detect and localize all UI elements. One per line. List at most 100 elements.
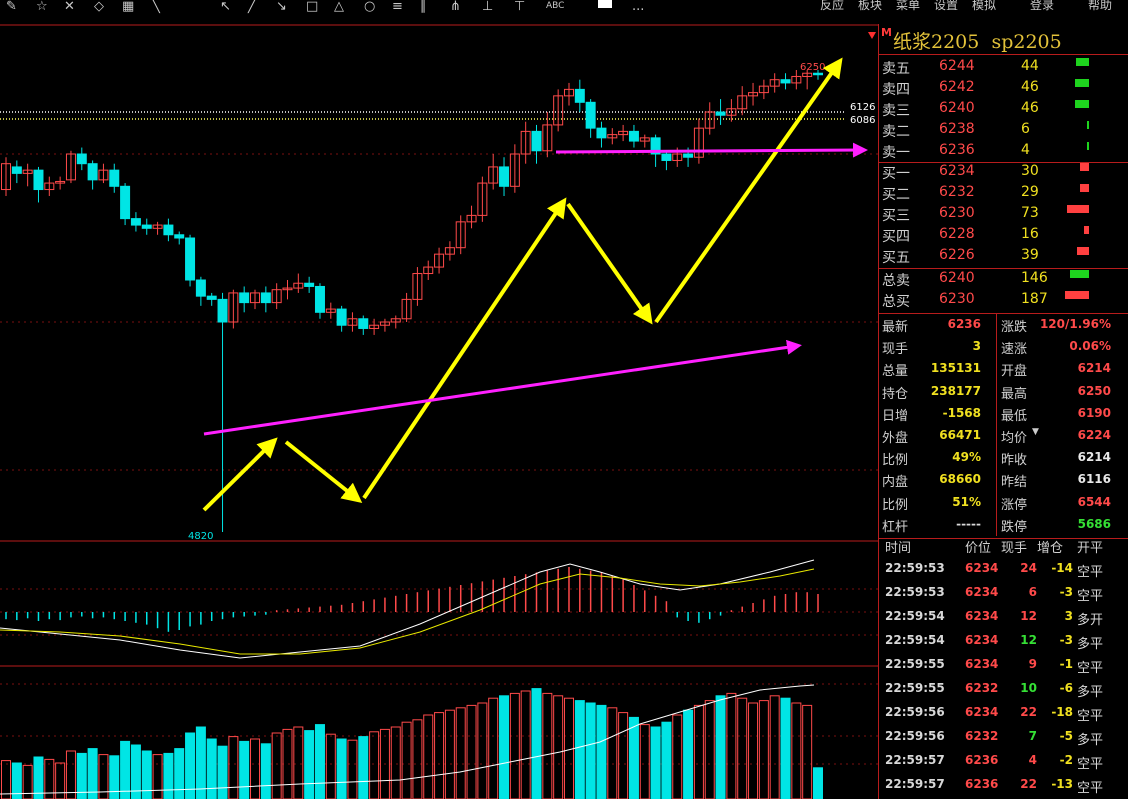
bid-row[interactable]: 买三 6230 73 <box>879 204 1128 225</box>
ask-row[interactable]: 卖三 6240 46 <box>879 99 1128 120</box>
contract-title[interactable]: 纸浆2205 sp2205 <box>893 27 1062 54</box>
volume-bar <box>715 695 726 799</box>
volume-bar <box>369 731 380 799</box>
more-icon[interactable]: ... <box>632 0 644 13</box>
trade-time: 22:59:53 <box>885 561 945 575</box>
volume-bar <box>239 740 250 799</box>
grid-icon[interactable]: ▦ <box>122 0 134 13</box>
trade-oi-change: -13 <box>1051 777 1073 791</box>
trade-row[interactable]: 22:59:55 6234 9 -1 空平 <box>879 653 1128 677</box>
text-abc-icon[interactable]: ABC <box>546 0 564 12</box>
ask-row[interactable]: 卖五 6244 44 <box>879 57 1128 78</box>
triangle-icon[interactable]: △ <box>334 0 344 13</box>
bid-row[interactable]: 买二 6232 29 <box>879 183 1128 204</box>
volume-bar <box>748 702 759 799</box>
slash-icon[interactable]: ╲ <box>152 0 160 13</box>
trade-row[interactable]: 22:59:53 6234 6 -3 空平 <box>879 581 1128 605</box>
menu-item[interactable]: 帮助 <box>1088 0 1112 13</box>
trade-row[interactable]: 22:59:53 6234 24 -14 空平 <box>879 557 1128 581</box>
candle-body <box>141 224 152 229</box>
level-price: 6226 <box>939 247 975 263</box>
diamond-icon[interactable]: ◇ <box>94 0 104 13</box>
stat-value: 5686 <box>1077 516 1111 531</box>
pitchfork-icon[interactable]: ⋔ <box>450 0 461 13</box>
trade-time: 22:59:57 <box>885 777 945 791</box>
candle-body <box>813 72 823 76</box>
menu-item[interactable]: 模拟 <box>972 0 996 13</box>
menu-item[interactable]: 设置 <box>934 0 958 13</box>
volume-bar <box>704 700 715 799</box>
trade-qty: 4 <box>1028 753 1037 767</box>
volume-bar <box>488 697 499 799</box>
candle-body <box>87 163 98 181</box>
level-volume: 16 <box>1021 226 1039 242</box>
volume-bar <box>672 714 683 799</box>
trade-header: 开平 <box>1077 541 1104 556</box>
volume-bar <box>293 726 304 799</box>
line-icon[interactable]: ╱ <box>248 0 256 13</box>
parallel-icon[interactable]: ∥ <box>420 0 427 13</box>
volume-bar <box>120 740 131 799</box>
volume-bar <box>390 726 401 799</box>
close-icon[interactable]: ✕ <box>64 0 75 13</box>
volume-bar <box>520 690 531 799</box>
level-price: 6232 <box>939 184 975 200</box>
stat-value: 3 <box>972 339 981 354</box>
volume-bar <box>109 755 120 799</box>
menu-item[interactable]: 板块 <box>858 0 882 13</box>
level-label: 买五 <box>882 250 910 266</box>
trade-price: 6232 <box>965 681 999 695</box>
stat-value: ----- <box>956 516 981 531</box>
trade-row[interactable]: 22:59:56 6234 22 -18 空平 <box>879 701 1128 725</box>
pencil-icon[interactable]: ✎ <box>6 0 17 13</box>
menu-item[interactable]: 登录 <box>1030 0 1054 13</box>
cursor-icon[interactable]: ↖ <box>220 0 231 13</box>
volume-bar <box>304 730 315 799</box>
up-arrow-icon[interactable]: ⊥ <box>482 0 493 13</box>
candle-body <box>499 166 510 187</box>
volume-bar <box>1080 184 1089 192</box>
menu-item[interactable]: 反应 <box>820 0 844 13</box>
trade-type: 空平 <box>1077 565 1104 580</box>
level-volume: 30 <box>1021 163 1039 179</box>
candle-body <box>185 237 196 281</box>
total-volume: 146 <box>1021 270 1048 286</box>
volume-bar <box>596 704 607 799</box>
level-volume: 46 <box>1021 79 1039 95</box>
bid-row[interactable]: 买四 6228 16 <box>879 225 1128 246</box>
trade-row[interactable]: 22:59:57 6236 22 -13 空平 <box>879 773 1128 797</box>
ask-row[interactable]: 卖二 6238 6 <box>879 120 1128 141</box>
menu-item[interactable]: 菜单 <box>896 0 920 13</box>
bid-row[interactable]: 买五 6226 39 <box>879 246 1128 267</box>
color-swatch-icon[interactable] <box>598 0 612 8</box>
trade-type: 多平 <box>1077 685 1104 700</box>
volume-bar <box>1075 100 1089 108</box>
trade-oi-change: -14 <box>1051 561 1073 575</box>
trade-oi-change: -5 <box>1059 729 1073 743</box>
bid-row[interactable]: 买一 6234 30 <box>879 162 1128 183</box>
star-icon[interactable]: ☆ <box>36 0 48 13</box>
trade-row[interactable]: 22:59:55 6232 10 -6 多平 <box>879 677 1128 701</box>
candle-body <box>358 318 369 329</box>
candle-body <box>109 169 120 187</box>
ask-row[interactable]: 卖四 6242 46 <box>879 78 1128 99</box>
volume-bar <box>758 700 769 799</box>
candle-body <box>531 130 542 152</box>
trade-row[interactable]: 22:59:54 6234 12 -3 多平 <box>879 629 1128 653</box>
candle-body <box>596 127 607 139</box>
circle-icon[interactable]: ○ <box>364 0 375 13</box>
level-label: 卖二 <box>882 124 910 140</box>
stat-value: 6214 <box>1077 450 1111 465</box>
trade-row[interactable]: 22:59:57 6236 4 -2 空平 <box>879 749 1128 773</box>
chart-area[interactable]: 6126 6086 6250 4820 <box>0 24 878 799</box>
rect-icon[interactable]: □ <box>306 0 318 13</box>
volume-bar <box>802 704 813 799</box>
trade-row[interactable]: 22:59:56 6232 7 -5 多平 <box>879 725 1128 749</box>
down-arrow-icon[interactable]: ⊤ <box>514 0 525 13</box>
segment-icon[interactable]: ↘ <box>276 0 287 13</box>
fibonacci-icon[interactable]: ≡ <box>392 0 403 13</box>
ask-row[interactable]: 卖一 6236 4 <box>879 141 1128 162</box>
trade-header: 现手 <box>1001 541 1028 556</box>
trade-row[interactable]: 22:59:54 6234 12 3 多开 <box>879 605 1128 629</box>
trade-type: 空平 <box>1077 709 1104 724</box>
